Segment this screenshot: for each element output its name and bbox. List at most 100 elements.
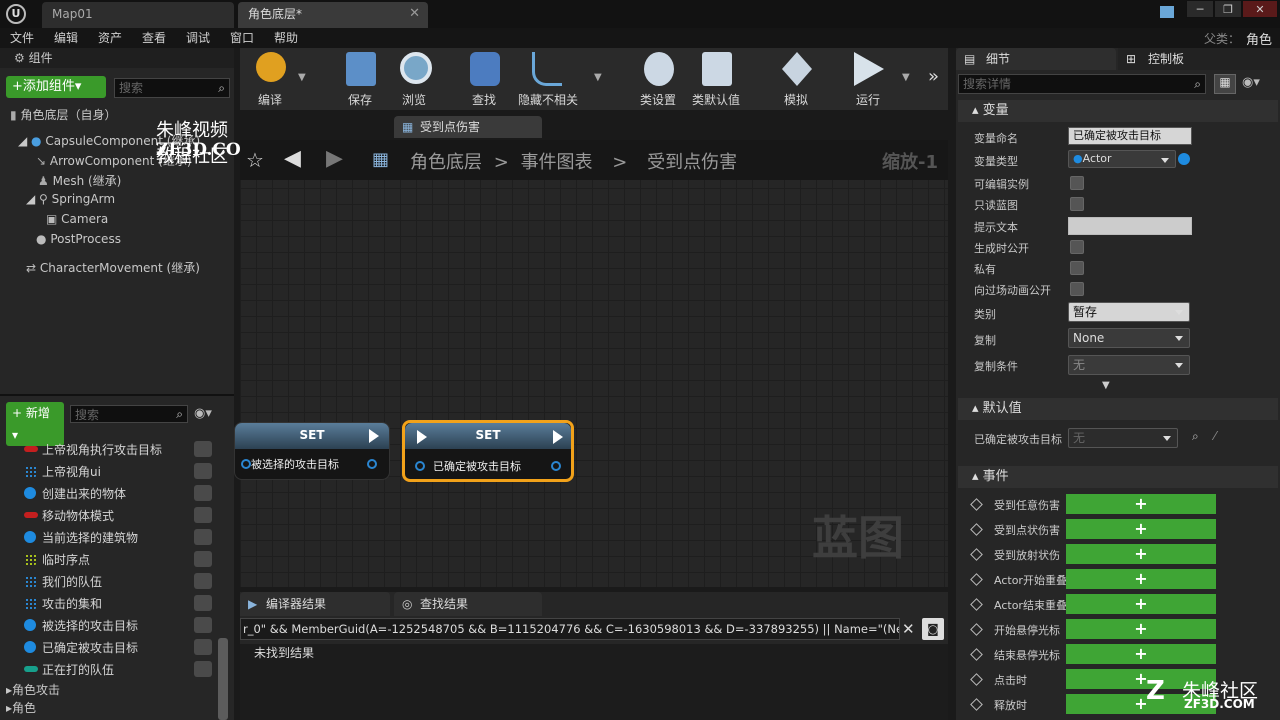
- private-checkbox[interactable]: [1070, 261, 1084, 275]
- tab-map01[interactable]: Map01: [42, 2, 234, 28]
- add-event-button[interactable]: +: [1066, 644, 1216, 664]
- tree-postprocess[interactable]: ● PostProcess: [36, 232, 121, 246]
- tab-character-base[interactable]: 角色底层* ✕: [238, 2, 428, 28]
- eye-closed-icon[interactable]: [194, 617, 212, 633]
- add-event-button[interactable]: +: [1066, 619, 1216, 639]
- tooltip-input[interactable]: [1068, 217, 1192, 235]
- tree-springarm[interactable]: ◢ ⚲ SpringArm: [26, 192, 115, 206]
- breadcrumb-item[interactable]: 角色底层: [410, 152, 482, 173]
- tab-details[interactable]: ▤ 细节: [956, 48, 1116, 70]
- class-settings-button[interactable]: 类设置: [628, 48, 688, 110]
- variable-item[interactable]: 上帝视角执行攻击目标: [0, 438, 234, 460]
- menu-file[interactable]: 文件: [10, 29, 34, 46]
- clear-icon[interactable]: ✕: [902, 620, 916, 638]
- compile-button[interactable]: 编译: [240, 48, 300, 110]
- add-component-button[interactable]: +添加组件▾: [6, 76, 106, 98]
- data-pin-in[interactable]: [415, 461, 425, 471]
- variable-item[interactable]: 正在打的队伍: [0, 658, 234, 680]
- tab-point-damage[interactable]: ▦ 受到点伤害: [394, 116, 542, 138]
- set-node-selected[interactable]: SET 已确定被攻击目标: [402, 420, 574, 482]
- breadcrumb-item[interactable]: 事件图表: [521, 152, 593, 173]
- find-button[interactable]: 查找: [454, 48, 514, 110]
- replication-dropdown[interactable]: None: [1068, 328, 1190, 348]
- section-variable[interactable]: ▴ 变量: [958, 100, 1278, 122]
- scrollbar[interactable]: [218, 638, 228, 720]
- add-event-button[interactable]: +: [1066, 594, 1216, 614]
- chevron-down-icon[interactable]: ▼: [298, 72, 306, 83]
- exec-pin-out[interactable]: [553, 430, 563, 444]
- close-window-button[interactable]: ✕: [1242, 0, 1278, 18]
- tree-character-movement[interactable]: ⇄ CharacterMovement (继承): [26, 259, 200, 276]
- hide-unrelated-button[interactable]: 隐藏不相关: [516, 48, 580, 110]
- replication-condition-dropdown[interactable]: 无: [1068, 355, 1190, 375]
- chevron-down-icon[interactable]: ▼: [594, 72, 602, 83]
- menu-window[interactable]: 窗口: [230, 29, 254, 46]
- details-search-input[interactable]: 搜索详情 ⌕: [958, 74, 1206, 94]
- set-node[interactable]: SET 被选择的攻击目标: [234, 422, 390, 480]
- picker-icon[interactable]: ⁄: [1214, 429, 1216, 443]
- default-value-dropdown[interactable]: 无: [1068, 428, 1178, 448]
- category-character-attack[interactable]: ▸角色攻击: [6, 681, 60, 698]
- parent-class-value[interactable]: 角色: [1246, 29, 1272, 48]
- variable-type-dropdown[interactable]: ●Actor: [1068, 150, 1176, 168]
- section-default-value[interactable]: ▴ 默认值: [958, 398, 1278, 420]
- variable-name-input[interactable]: 已确定被攻击目标: [1068, 127, 1192, 145]
- category-character[interactable]: ▸角色: [6, 699, 36, 716]
- category-dropdown[interactable]: 暂存: [1068, 302, 1190, 322]
- eye-closed-icon[interactable]: [194, 507, 212, 523]
- variable-item[interactable]: 已确定被攻击目标: [0, 636, 234, 658]
- menu-debug[interactable]: 调试: [186, 29, 210, 46]
- close-icon[interactable]: ✕: [409, 2, 420, 26]
- eye-closed-icon[interactable]: [194, 529, 212, 545]
- expose-spawn-checkbox[interactable]: [1070, 240, 1084, 254]
- editable-checkbox[interactable]: [1070, 176, 1084, 190]
- class-defaults-button[interactable]: 类默认值: [686, 48, 746, 110]
- play-button[interactable]: 运行: [838, 48, 898, 110]
- menu-edit[interactable]: 编辑: [54, 29, 78, 46]
- exec-pin-out[interactable]: [369, 429, 379, 443]
- add-event-button[interactable]: +: [1066, 569, 1216, 589]
- source-control-icon[interactable]: [1160, 6, 1174, 18]
- eye-closed-icon[interactable]: [194, 441, 212, 457]
- save-button[interactable]: 保存: [330, 48, 390, 110]
- expand-icon[interactable]: ▼: [1102, 380, 1110, 391]
- simulate-button[interactable]: 模拟: [766, 48, 826, 110]
- find-search-input[interactable]: r_0" && MemberGuid(A=-1252548705 && B=11…: [240, 618, 900, 640]
- browse-icon[interactable]: ⌕: [1192, 429, 1199, 444]
- variable-item[interactable]: 被选择的攻击目标: [0, 614, 234, 636]
- forward-arrow-icon[interactable]: ▶: [326, 146, 343, 171]
- expose-cinematics-checkbox[interactable]: [1070, 282, 1084, 296]
- eye-closed-icon[interactable]: [194, 463, 212, 479]
- back-arrow-icon[interactable]: ◀: [284, 146, 301, 171]
- tree-camera[interactable]: ▣ Camera: [46, 212, 108, 226]
- variable-item[interactable]: 移动物体模式: [0, 504, 234, 526]
- add-event-button[interactable]: +: [1066, 494, 1216, 514]
- exec-pin-in[interactable]: [417, 430, 427, 444]
- tab-palette[interactable]: ⊞ 控制板: [1118, 48, 1280, 70]
- eye-closed-icon[interactable]: [194, 485, 212, 501]
- eye-icon[interactable]: ◉▾: [1242, 75, 1260, 90]
- star-icon[interactable]: ☆: [246, 148, 264, 172]
- overflow-icon[interactable]: »: [928, 66, 939, 87]
- menu-help[interactable]: 帮助: [274, 29, 298, 46]
- data-pin-out[interactable]: [367, 459, 377, 469]
- data-pin-in[interactable]: [241, 459, 251, 469]
- eye-closed-icon[interactable]: [194, 639, 212, 655]
- variable-item[interactable]: 创建出来的物体: [0, 482, 234, 504]
- minimize-button[interactable]: ─: [1186, 0, 1214, 18]
- add-event-button[interactable]: +: [1066, 544, 1216, 564]
- container-type-icon[interactable]: [1178, 153, 1190, 165]
- variable-item[interactable]: 上帝视角ui: [0, 460, 234, 482]
- eye-closed-icon[interactable]: [194, 551, 212, 567]
- chevron-down-icon[interactable]: ▼: [902, 72, 910, 83]
- binoculars-icon[interactable]: ◙: [922, 618, 944, 640]
- eye-closed-icon[interactable]: [194, 595, 212, 611]
- readonly-checkbox[interactable]: [1070, 197, 1084, 211]
- variable-item[interactable]: 我们的队伍: [0, 570, 234, 592]
- menu-view[interactable]: 查看: [142, 29, 166, 46]
- variable-item[interactable]: 临时序点: [0, 548, 234, 570]
- data-pin-out[interactable]: [551, 461, 561, 471]
- eye-icon[interactable]: ◉▾: [194, 406, 212, 421]
- tab-find-results[interactable]: ◎ 查找结果: [394, 592, 542, 616]
- variable-item[interactable]: 攻击的集和: [0, 592, 234, 614]
